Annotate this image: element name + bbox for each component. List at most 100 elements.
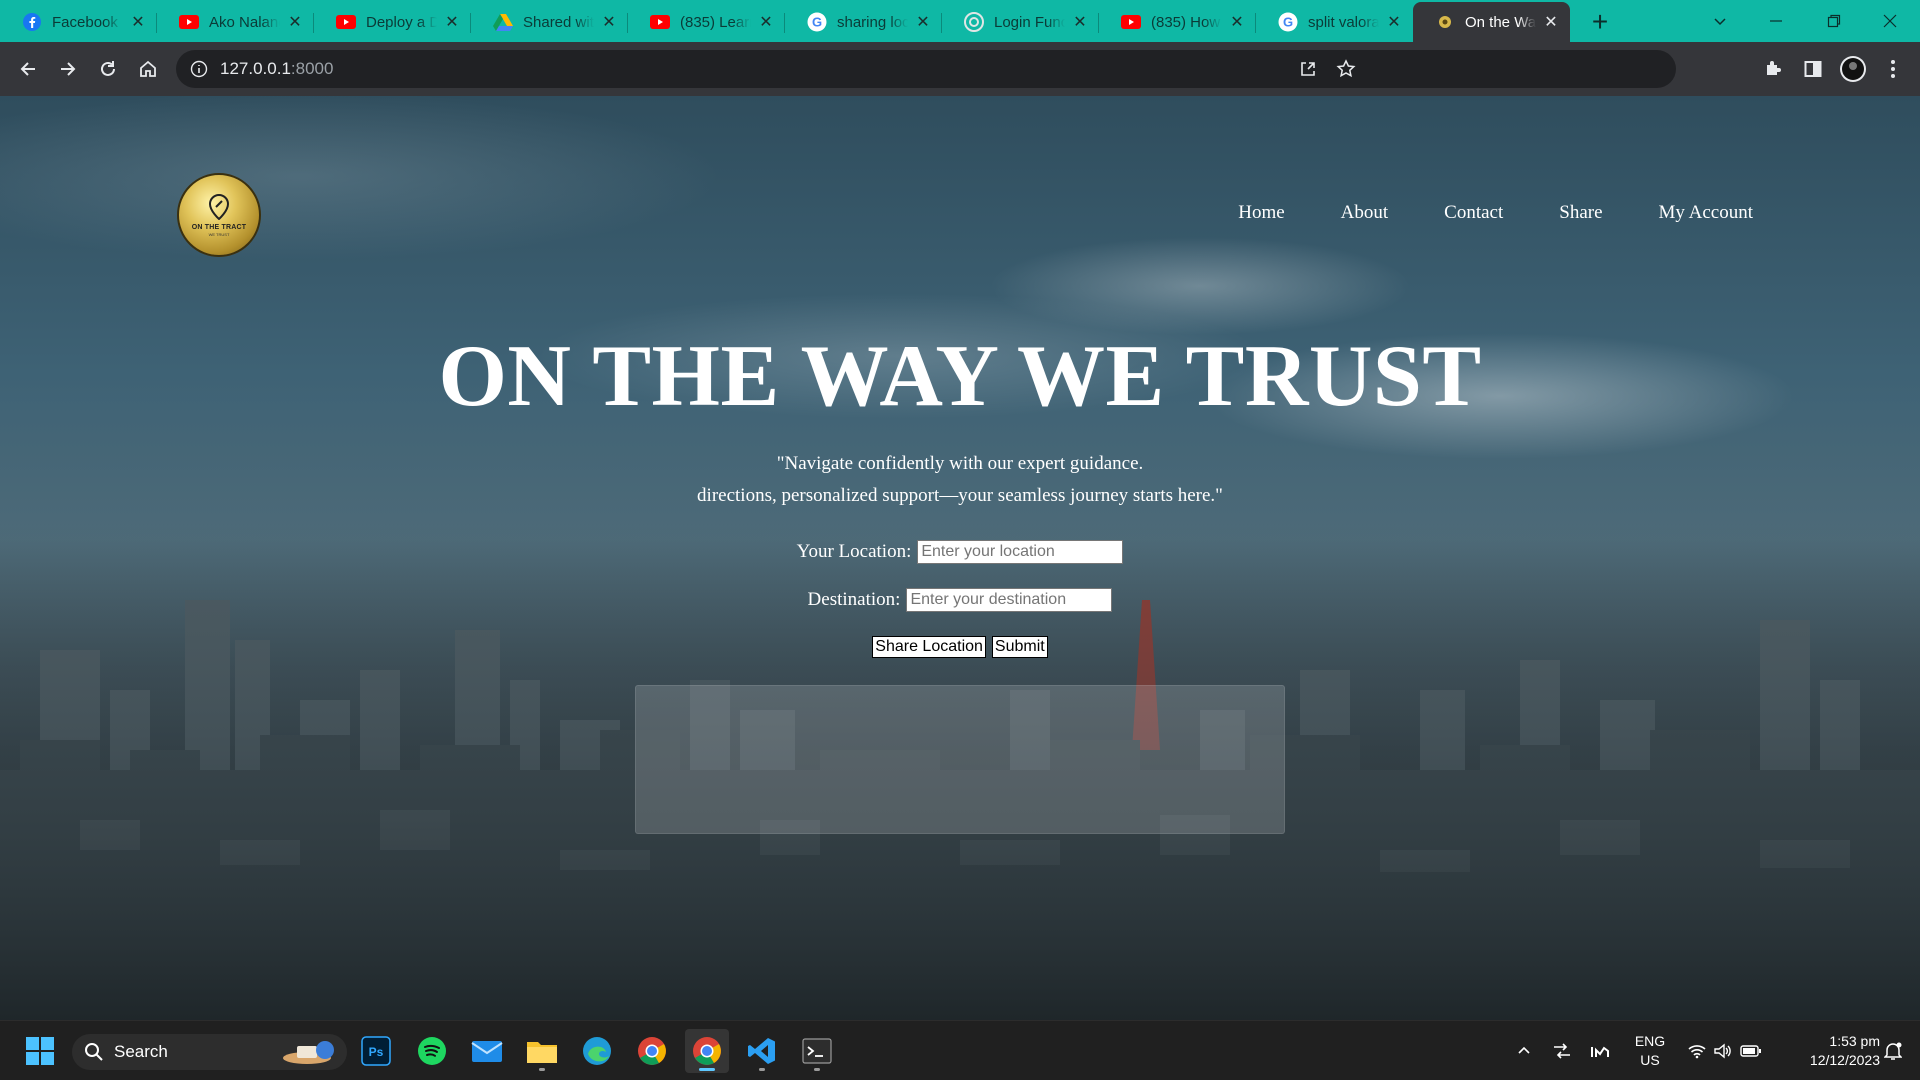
close-icon[interactable]: ✕ bbox=[129, 13, 147, 31]
notification-button[interactable] bbox=[1876, 1021, 1910, 1080]
close-icon[interactable]: ✕ bbox=[1542, 13, 1560, 31]
share-location-button[interactable]: Share Location bbox=[872, 636, 986, 658]
url-port: :8000 bbox=[290, 59, 334, 78]
file-explorer-icon bbox=[527, 1042, 557, 1063]
puzzle-icon bbox=[1767, 61, 1781, 75]
restore-icon bbox=[1827, 14, 1841, 28]
taskbar-chrome-1[interactable] bbox=[630, 1029, 674, 1073]
home-button[interactable] bbox=[128, 49, 168, 89]
arrow-left-icon bbox=[20, 62, 35, 76]
share-icon[interactable] bbox=[1298, 59, 1318, 79]
logo-subtext: WE TRUST bbox=[208, 231, 230, 237]
side-panel-icon bbox=[1804, 61, 1822, 77]
menu-button[interactable] bbox=[1873, 49, 1913, 89]
quick-settings[interactable] bbox=[1685, 1021, 1765, 1080]
location-row: Your Location: bbox=[0, 540, 1920, 564]
info-icon[interactable] bbox=[190, 60, 208, 78]
tab-title: Shared with bbox=[523, 13, 594, 31]
nav-my-account[interactable]: My Account bbox=[1659, 202, 1753, 224]
tab-title: (835) Learn bbox=[680, 13, 751, 31]
taskbar-file-explorer[interactable] bbox=[520, 1029, 564, 1073]
nav-share[interactable]: Share bbox=[1559, 202, 1602, 224]
location-input[interactable] bbox=[917, 540, 1124, 564]
bell-icon bbox=[1884, 1042, 1902, 1060]
windows-start-icon bbox=[26, 1037, 54, 1065]
arrow-right-icon bbox=[61, 62, 76, 76]
tab-search-button[interactable] bbox=[1692, 0, 1748, 42]
tab-title: Ako Nalang bbox=[209, 13, 280, 31]
tab-title: sharing loc bbox=[837, 13, 908, 31]
svg-text:Ps: Ps bbox=[369, 1045, 384, 1059]
close-icon[interactable]: ✕ bbox=[443, 13, 461, 31]
destination-input[interactable] bbox=[906, 588, 1113, 612]
nav-home[interactable]: Home bbox=[1238, 202, 1284, 224]
forward-button[interactable] bbox=[48, 49, 88, 89]
taskbar-terminal[interactable] bbox=[795, 1029, 839, 1073]
close-icon[interactable]: ✕ bbox=[1385, 13, 1403, 31]
taskbar-vscode[interactable] bbox=[740, 1029, 784, 1073]
taskbar-photoshop[interactable]: Ps bbox=[354, 1029, 398, 1073]
browser-toolbar: 127.0.0.1:8000 bbox=[0, 42, 1920, 96]
site-logo[interactable]: ON THE TRACT WE TRUST bbox=[177, 173, 261, 257]
close-icon[interactable]: ✕ bbox=[757, 13, 775, 31]
close-icon[interactable]: ✕ bbox=[1228, 13, 1246, 31]
close-icon[interactable]: ✕ bbox=[286, 13, 304, 31]
tab-on-the-way[interactable]: On the Wa ✕ bbox=[1413, 2, 1570, 42]
address-bar[interactable]: 127.0.0.1:8000 bbox=[176, 50, 1676, 88]
close-icon[interactable]: ✕ bbox=[914, 13, 932, 31]
taskbar-mail[interactable] bbox=[465, 1029, 509, 1073]
destination-label: Destination: bbox=[807, 589, 901, 610]
logo-text: ON THE TRACT bbox=[191, 223, 247, 231]
language-indicator[interactable]: ENG US bbox=[1628, 1021, 1672, 1080]
side-panel-button[interactable] bbox=[1793, 49, 1833, 89]
tab-google-drive[interactable]: Shared with ✕ bbox=[471, 2, 628, 42]
tab-youtube-2[interactable]: Deploy a D ✕ bbox=[314, 2, 471, 42]
running-indicator bbox=[759, 1068, 765, 1071]
map-pin-icon bbox=[208, 193, 230, 220]
taskbar-chrome-2[interactable] bbox=[685, 1029, 729, 1073]
back-button[interactable] bbox=[8, 49, 48, 89]
photoshop-icon: Ps bbox=[361, 1036, 391, 1066]
start-button[interactable] bbox=[18, 1029, 62, 1073]
tab-google-search-2[interactable]: G split valora ✕ bbox=[1256, 2, 1413, 42]
map-container[interactable] bbox=[635, 685, 1285, 834]
close-window-button[interactable] bbox=[1862, 0, 1918, 42]
minimize-button[interactable] bbox=[1748, 0, 1804, 42]
home-icon bbox=[140, 60, 156, 77]
restore-button[interactable] bbox=[1806, 0, 1862, 42]
tab-chatgpt[interactable]: Login Func ✕ bbox=[942, 2, 1099, 42]
reload-button[interactable] bbox=[88, 49, 128, 89]
tab-youtube-1[interactable]: Ako Nalang ✕ bbox=[157, 2, 314, 42]
tab-youtube-3[interactable]: (835) Learn ✕ bbox=[628, 2, 785, 42]
tab-title: split valora bbox=[1308, 13, 1379, 31]
edge-icon bbox=[583, 1037, 611, 1065]
tab-title: (835) How bbox=[1151, 13, 1221, 31]
running-indicator bbox=[814, 1068, 820, 1071]
close-icon[interactable]: ✕ bbox=[1071, 13, 1089, 31]
submit-button[interactable]: Submit bbox=[991, 636, 1048, 658]
nav-contact[interactable]: Contact bbox=[1444, 202, 1503, 224]
tray-overflow-button[interactable] bbox=[1510, 1021, 1538, 1080]
taskbar-search[interactable]: Search bbox=[72, 1034, 347, 1070]
minimize-icon bbox=[1770, 20, 1782, 22]
google-icon: G bbox=[1278, 12, 1298, 32]
tab-youtube-4[interactable]: (835) How ✕ bbox=[1099, 2, 1256, 42]
taskbar-edge[interactable] bbox=[575, 1029, 619, 1073]
page-title: ON THE WAY WE TRUST bbox=[438, 328, 1482, 425]
clock[interactable]: 1:53 pm 12/12/2023 bbox=[1780, 1021, 1880, 1080]
search-highlight-icon bbox=[283, 1041, 334, 1064]
avatar bbox=[1840, 56, 1866, 82]
star-icon[interactable] bbox=[1336, 59, 1356, 79]
close-icon[interactable]: ✕ bbox=[600, 13, 618, 31]
nav-about[interactable]: About bbox=[1341, 202, 1389, 224]
tray-app-2[interactable] bbox=[1586, 1021, 1614, 1080]
web-page: ON THE TRACT WE TRUST Home About Contact… bbox=[0, 96, 1920, 1020]
google-icon: G bbox=[807, 12, 827, 32]
profile-button[interactable] bbox=[1833, 49, 1873, 89]
tab-facebook[interactable]: Facebook ✕ bbox=[0, 2, 157, 42]
new-tab-button[interactable]: + bbox=[1580, 2, 1620, 42]
extensions-button[interactable] bbox=[1753, 49, 1793, 89]
taskbar-spotify[interactable] bbox=[410, 1029, 454, 1073]
tray-app-1[interactable] bbox=[1548, 1021, 1576, 1080]
tab-google-search-1[interactable]: G sharing loc ✕ bbox=[785, 2, 942, 42]
